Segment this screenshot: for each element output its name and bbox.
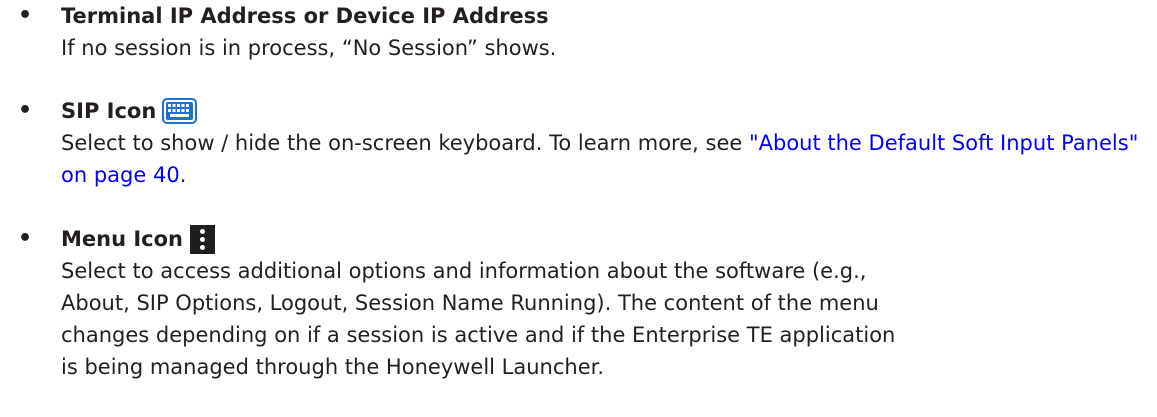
bullet-list: • Terminal IP Address or Device IP Addre… bbox=[0, 0, 1157, 417]
item-description: Select to show / hide the on-screen keyb… bbox=[61, 127, 1151, 191]
item-content: Terminal IP Address or Device IP Address… bbox=[61, 0, 1151, 64]
description-line: If no session is in process, “No Session… bbox=[61, 36, 557, 60]
item-description: If no session is in process, “No Session… bbox=[61, 32, 1151, 64]
vertical-ellipsis-icon bbox=[190, 224, 215, 254]
description-line: About, SIP Options, Logout, Session Name… bbox=[61, 291, 879, 315]
item-title: SIP Icon bbox=[61, 95, 1151, 127]
description-text: Select to show / hide the on-screen keyb… bbox=[61, 131, 749, 155]
item-content: Menu Icon Select to access additional op… bbox=[61, 223, 1151, 383]
bullet: • bbox=[18, 226, 33, 251]
item-title: Terminal IP Address or Device IP Address bbox=[61, 0, 1151, 32]
description-line: Select to access additional options and … bbox=[61, 259, 867, 283]
item-title: Menu Icon bbox=[61, 223, 1151, 255]
item-title-text: Menu Icon bbox=[61, 227, 183, 251]
bullet: • bbox=[18, 98, 33, 123]
description-line: changes depending on if a session is act… bbox=[61, 323, 896, 347]
item-title-text: SIP Icon bbox=[61, 99, 157, 123]
description-text-end: . bbox=[179, 163, 187, 187]
item-title-text: Terminal IP Address or Device IP Address bbox=[61, 4, 549, 28]
keyboard-icon bbox=[162, 98, 198, 124]
bullet: • bbox=[18, 3, 33, 28]
description-line: is being managed through the Honeywell L… bbox=[61, 355, 605, 379]
item-content: SIP Icon Select to show / hide the on-sc… bbox=[61, 95, 1151, 191]
item-description: Select to access additional options and … bbox=[61, 255, 1151, 383]
